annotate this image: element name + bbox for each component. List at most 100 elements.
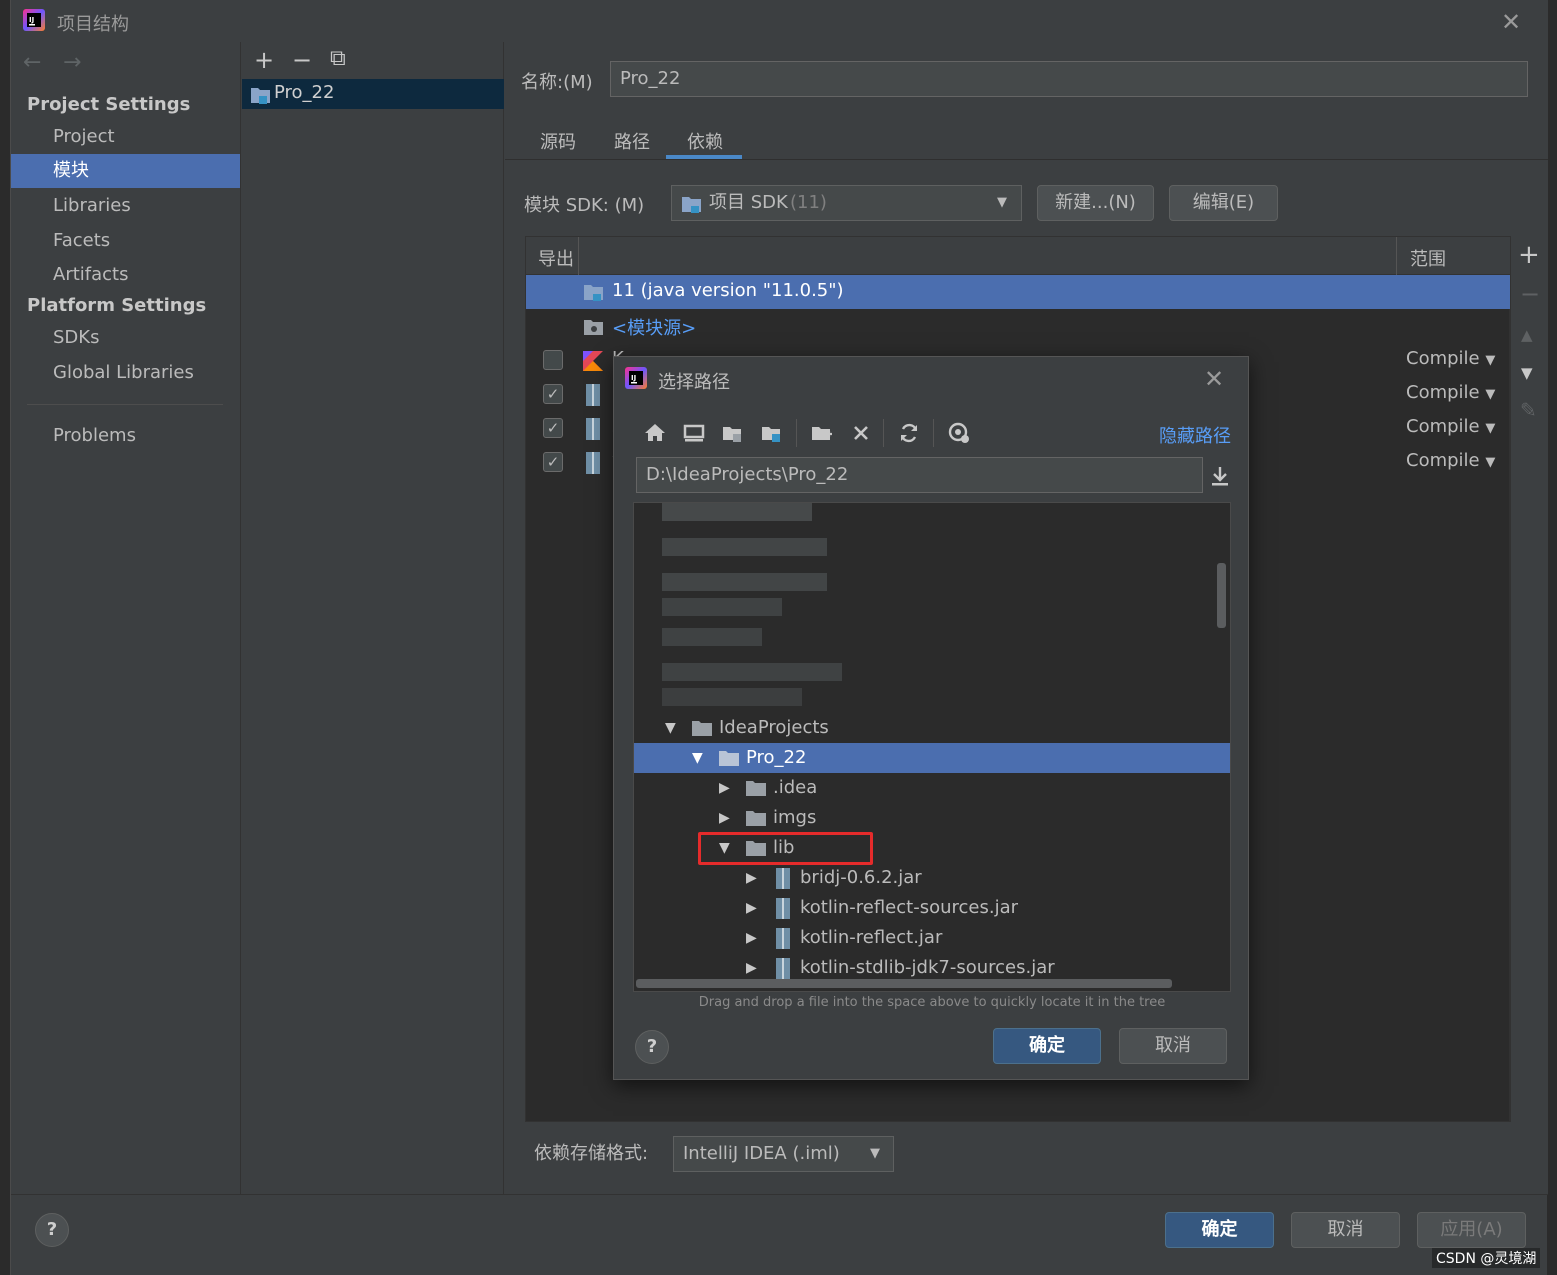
path-input[interactable]: D:\IdeaProjects\Pro_22 xyxy=(636,457,1203,493)
tree-node-label: bridj-0.6.2.jar xyxy=(800,867,922,888)
download-icon[interactable] xyxy=(1210,465,1230,487)
storage-format-select[interactable]: IntelliJ IDEA (.iml) ▼ xyxy=(673,1136,894,1172)
export-checkbox[interactable] xyxy=(543,350,563,370)
tree-vertical-scrollbar[interactable] xyxy=(1217,563,1226,628)
collapse-triangle-icon[interactable]: ▶ xyxy=(746,893,757,923)
edit-sdk-button[interactable]: 编辑(E) xyxy=(1169,185,1278,221)
column-divider xyxy=(578,237,579,275)
table-row[interactable]: 11 (java version "11.0.5") xyxy=(526,275,1511,309)
add-module-icon[interactable]: + xyxy=(254,46,274,74)
export-checkbox[interactable]: ✓ xyxy=(543,418,563,438)
nav-item-artifacts[interactable]: Artifacts xyxy=(11,258,240,292)
table-row[interactable]: <模块源> xyxy=(526,309,1511,343)
ok-button[interactable]: 确定 xyxy=(1165,1212,1274,1248)
nav-item-sdks[interactable]: SDKs xyxy=(11,321,240,355)
delete-icon[interactable] xyxy=(849,421,875,447)
module-row[interactable]: Pro_22 xyxy=(242,79,504,109)
tree-node-label: .idea xyxy=(773,777,818,798)
tree-node-jar[interactable]: ▶ bridj-0.6.2.jar xyxy=(634,863,1230,893)
remove-dependency-icon[interactable]: − xyxy=(1520,280,1540,308)
apply-button[interactable]: 应用(A) xyxy=(1417,1212,1526,1248)
export-checkbox[interactable]: ✓ xyxy=(543,384,563,404)
kotlin-icon xyxy=(583,351,603,371)
tree-horizontal-scrollbar[interactable] xyxy=(636,979,1172,988)
table-side-toolbar: + − ▲ ▼ ✎ xyxy=(1510,236,1548,1122)
tree-node-jar[interactable]: ▶ kotlin-reflect.jar xyxy=(634,923,1230,953)
expand-triangle-icon[interactable]: ▼ xyxy=(692,743,703,773)
export-checkbox[interactable]: ✓ xyxy=(543,452,563,472)
hide-path-link[interactable]: 隐藏路径 xyxy=(1159,422,1231,448)
chevron-down-icon: ▼ xyxy=(1485,353,1496,368)
expand-triangle-icon[interactable]: ▼ xyxy=(665,713,676,743)
nav-item-problems[interactable]: Problems xyxy=(11,419,240,453)
copy-module-icon[interactable]: ⧉ xyxy=(330,46,346,71)
tree-node-label: IdeaProjects xyxy=(719,717,829,738)
highlight-annotation-box xyxy=(698,832,873,865)
tab-sources[interactable]: 源码 xyxy=(540,128,576,154)
forward-arrow-icon[interactable]: → xyxy=(63,50,81,75)
folder-icon xyxy=(745,810,767,827)
close-dialog-button[interactable]: ✕ xyxy=(1204,365,1224,393)
export-column-header: 导出 xyxy=(538,249,574,270)
module-folder-icon[interactable] xyxy=(760,421,786,447)
jar-icon xyxy=(585,383,601,407)
tree-node-idea[interactable]: ▶ .idea xyxy=(634,773,1230,803)
refresh-icon[interactable] xyxy=(897,421,923,447)
watermark: CSDN @灵境湖 xyxy=(1432,1248,1541,1268)
tree-node-jar[interactable]: ▶ kotlin-reflect-sources.jar xyxy=(634,893,1230,923)
tree-node-ideaprojects[interactable]: ▼ IdeaProjects xyxy=(634,713,1230,743)
dialog-title: 选择路径 xyxy=(658,372,730,393)
storage-format-label: 依赖存储格式: xyxy=(534,1143,649,1164)
module-source-link[interactable]: <模块源> xyxy=(612,314,696,340)
module-name: Pro_22 xyxy=(274,82,335,103)
intellij-logo-icon: IJ xyxy=(23,9,45,31)
blurred-tree-entries xyxy=(654,503,874,718)
collapse-triangle-icon[interactable]: ▶ xyxy=(746,923,757,953)
nav-item-global-libraries[interactable]: Global Libraries xyxy=(11,356,240,390)
chevron-down-icon: ▼ xyxy=(1485,455,1496,470)
tree-node-label: kotlin-reflect.jar xyxy=(800,927,943,948)
scope-select[interactable]: Compile ▼ xyxy=(1406,348,1495,369)
module-name-input[interactable]: Pro_22 xyxy=(610,61,1528,97)
help-button[interactable]: ? xyxy=(35,1213,69,1247)
show-hidden-icon[interactable] xyxy=(947,421,973,447)
scope-select[interactable]: Compile ▼ xyxy=(1406,416,1495,437)
close-window-button[interactable]: ✕ xyxy=(1501,8,1521,36)
collapse-triangle-icon[interactable]: ▶ xyxy=(719,773,730,803)
back-arrow-icon[interactable]: ← xyxy=(23,50,41,75)
nav-item-facets[interactable]: Facets xyxy=(11,224,240,258)
scope-select[interactable]: Compile ▼ xyxy=(1406,382,1495,403)
module-list-panel: + − ⧉ Pro_22 xyxy=(242,42,504,1194)
add-dependency-icon[interactable]: + xyxy=(1518,240,1540,270)
project-folder-icon[interactable] xyxy=(721,421,747,447)
tab-paths[interactable]: 路径 xyxy=(614,128,650,154)
nav-item-modules[interactable]: 模块 xyxy=(11,154,240,188)
new-folder-icon[interactable] xyxy=(810,421,836,447)
scope-value: Compile xyxy=(1406,416,1480,437)
toolbar-divider xyxy=(883,419,884,447)
tree-node-pro22[interactable]: ▼ Pro_22 xyxy=(634,743,1230,773)
cancel-button[interactable]: 取消 xyxy=(1291,1212,1400,1248)
scope-select[interactable]: Compile ▼ xyxy=(1406,450,1495,471)
nav-item-libraries[interactable]: Libraries xyxy=(11,189,240,223)
desktop-icon[interactable] xyxy=(682,421,708,447)
jdk-folder-icon xyxy=(583,282,605,302)
collapse-triangle-icon[interactable]: ▶ xyxy=(746,863,757,893)
nav-item-project[interactable]: Project xyxy=(11,120,240,154)
tab-dependencies[interactable]: 依赖 xyxy=(687,128,723,154)
dialog-ok-button[interactable]: 确定 xyxy=(993,1028,1101,1064)
dialog-help-button[interactable]: ? xyxy=(635,1030,669,1064)
folder-icon xyxy=(745,780,767,797)
collapse-triangle-icon[interactable]: ▶ xyxy=(719,803,730,833)
move-down-icon[interactable]: ▼ xyxy=(1521,364,1533,382)
edit-pencil-icon[interactable]: ✎ xyxy=(1520,398,1537,422)
dialog-cancel-button[interactable]: 取消 xyxy=(1119,1028,1227,1064)
chevron-down-icon: ▼ xyxy=(1485,421,1496,436)
new-sdk-button[interactable]: 新建...(N) xyxy=(1037,185,1154,221)
home-icon[interactable] xyxy=(643,421,669,447)
move-up-icon[interactable]: ▲ xyxy=(1521,326,1533,344)
remove-module-icon[interactable]: − xyxy=(292,46,312,74)
module-sdk-select[interactable]: 项目 SDK (11) ▼ xyxy=(671,185,1022,221)
tree-node-label: Pro_22 xyxy=(746,747,807,768)
tree-node-imgs[interactable]: ▶ imgs xyxy=(634,803,1230,833)
